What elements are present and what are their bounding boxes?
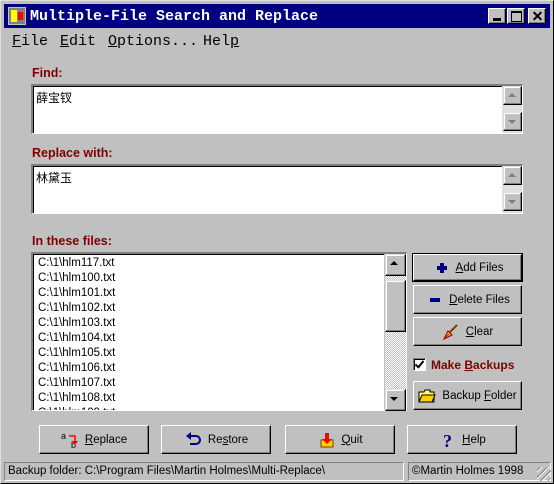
file-list-item[interactable]: C:\1\hlm101.txt (35, 286, 383, 301)
replace-field[interactable]: 林黛玉 (31, 164, 523, 214)
file-list: C:\1\hlm117.txt C:\1\hlm100.txt C:\1\hlm10… (35, 256, 383, 410)
file-list-item[interactable]: C:\1\hlm103.txt (35, 316, 383, 331)
replace-scroll-up-button[interactable] (503, 166, 522, 185)
find-scrollbar[interactable] (502, 86, 522, 133)
restore-button[interactable]: Restore (161, 425, 271, 454)
replace-icon: ab (61, 431, 81, 449)
folder-icon (418, 388, 438, 404)
restore-button-label: Restore (207, 433, 249, 446)
file-list-item[interactable]: C:\1\hlm106.txt (35, 361, 383, 376)
backup-folder-label: Backup Folder (442, 389, 517, 402)
plus-icon (432, 260, 452, 276)
replace-label: Replace with: (32, 146, 113, 160)
resize-grip-icon[interactable] (537, 467, 551, 481)
find-scroll-up-button[interactable] (503, 86, 522, 105)
checkbox-check-icon[interactable] (413, 358, 426, 371)
find-scroll-down-button[interactable] (503, 112, 522, 131)
file-list-item[interactable]: C:\1\hlm117.txt (35, 256, 383, 271)
window-title: Multiple-File Search and Replace (30, 8, 319, 25)
svg-text:?: ? (443, 431, 452, 449)
replace-value: 林黛玉 (36, 171, 73, 185)
menu-help[interactable]: Help (203, 33, 239, 50)
status-bar: Backup folder: C:\Program Files\Martin H… (4, 462, 551, 481)
add-files-label: Add Files (455, 261, 504, 274)
help-button-label: Help (462, 433, 486, 446)
file-list-scroll-up-button[interactable] (385, 254, 406, 276)
help-button[interactable]: ? Help (407, 425, 517, 454)
delete-files-button[interactable]: Delete Files (413, 285, 522, 314)
quit-button[interactable]: Quit (285, 425, 395, 454)
file-list-item[interactable]: C:\1\hlm104.txt (35, 331, 383, 346)
replace-scroll-down-button[interactable] (503, 192, 522, 211)
file-list-item[interactable]: C:\1\hlm108.txt (35, 391, 383, 406)
add-files-button[interactable]: Add Files (412, 253, 523, 282)
file-listbox[interactable]: C:\1\hlm117.txt C:\1\hlm100.txt C:\1\hlm10… (31, 252, 407, 411)
make-backups-label: Make Backups (431, 358, 515, 372)
quit-button-label: Quit (341, 433, 363, 446)
menu-edit[interactable]: Edit (60, 33, 96, 50)
main-window: Multiple-File Search and Replace File Ed… (0, 0, 554, 484)
status-copyright: ©Martin Holmes 1998 (408, 462, 551, 481)
status-backup-folder: Backup folder: C:\Program Files\Martin H… (4, 462, 404, 481)
file-list-scroll-down-button[interactable] (385, 389, 406, 411)
replace-scrollbar[interactable] (502, 166, 522, 213)
clear-button[interactable]: Clear (413, 317, 522, 346)
delete-files-label: Delete Files (449, 293, 510, 306)
menu-bar: File Edit Options... Help (4, 31, 550, 51)
menu-file[interactable]: File (12, 33, 48, 50)
file-list-item[interactable]: C:\1\hlm102.txt (35, 301, 383, 316)
file-list-item[interactable]: C:\1\hlm105.txt (35, 346, 383, 361)
find-label: Find: (32, 66, 63, 80)
file-list-item[interactable]: C:\1\hlm107.txt (35, 376, 383, 391)
find-value: 薛宝钗 (36, 91, 73, 105)
file-list-scroll-thumb[interactable] (385, 280, 406, 332)
minus-icon (425, 292, 445, 308)
svg-text:a: a (61, 431, 66, 441)
app-icon[interactable] (8, 7, 26, 25)
close-button[interactable] (528, 8, 546, 24)
clear-label: Clear (465, 325, 494, 338)
files-label: In these files: (32, 234, 112, 248)
menu-options[interactable]: Options... (108, 33, 198, 50)
undo-icon (184, 431, 204, 448)
replace-button-label: Replace (84, 433, 128, 446)
file-list-scrollbar[interactable] (384, 254, 406, 411)
title-bar[interactable]: Multiple-File Search and Replace (4, 4, 550, 28)
backup-folder-button[interactable]: Backup Folder (413, 381, 522, 410)
broom-icon (442, 323, 462, 340)
find-field[interactable]: 薛宝钗 (31, 84, 523, 134)
maximize-button[interactable] (507, 8, 525, 24)
replace-button[interactable]: ab Replace (39, 425, 149, 454)
minimize-button[interactable] (488, 8, 506, 24)
exit-icon (317, 432, 337, 448)
file-list-item[interactable]: C:\1\hlm109.txt (35, 406, 383, 410)
file-list-item[interactable]: C:\1\hlm100.txt (35, 271, 383, 286)
question-icon: ? (438, 431, 458, 449)
